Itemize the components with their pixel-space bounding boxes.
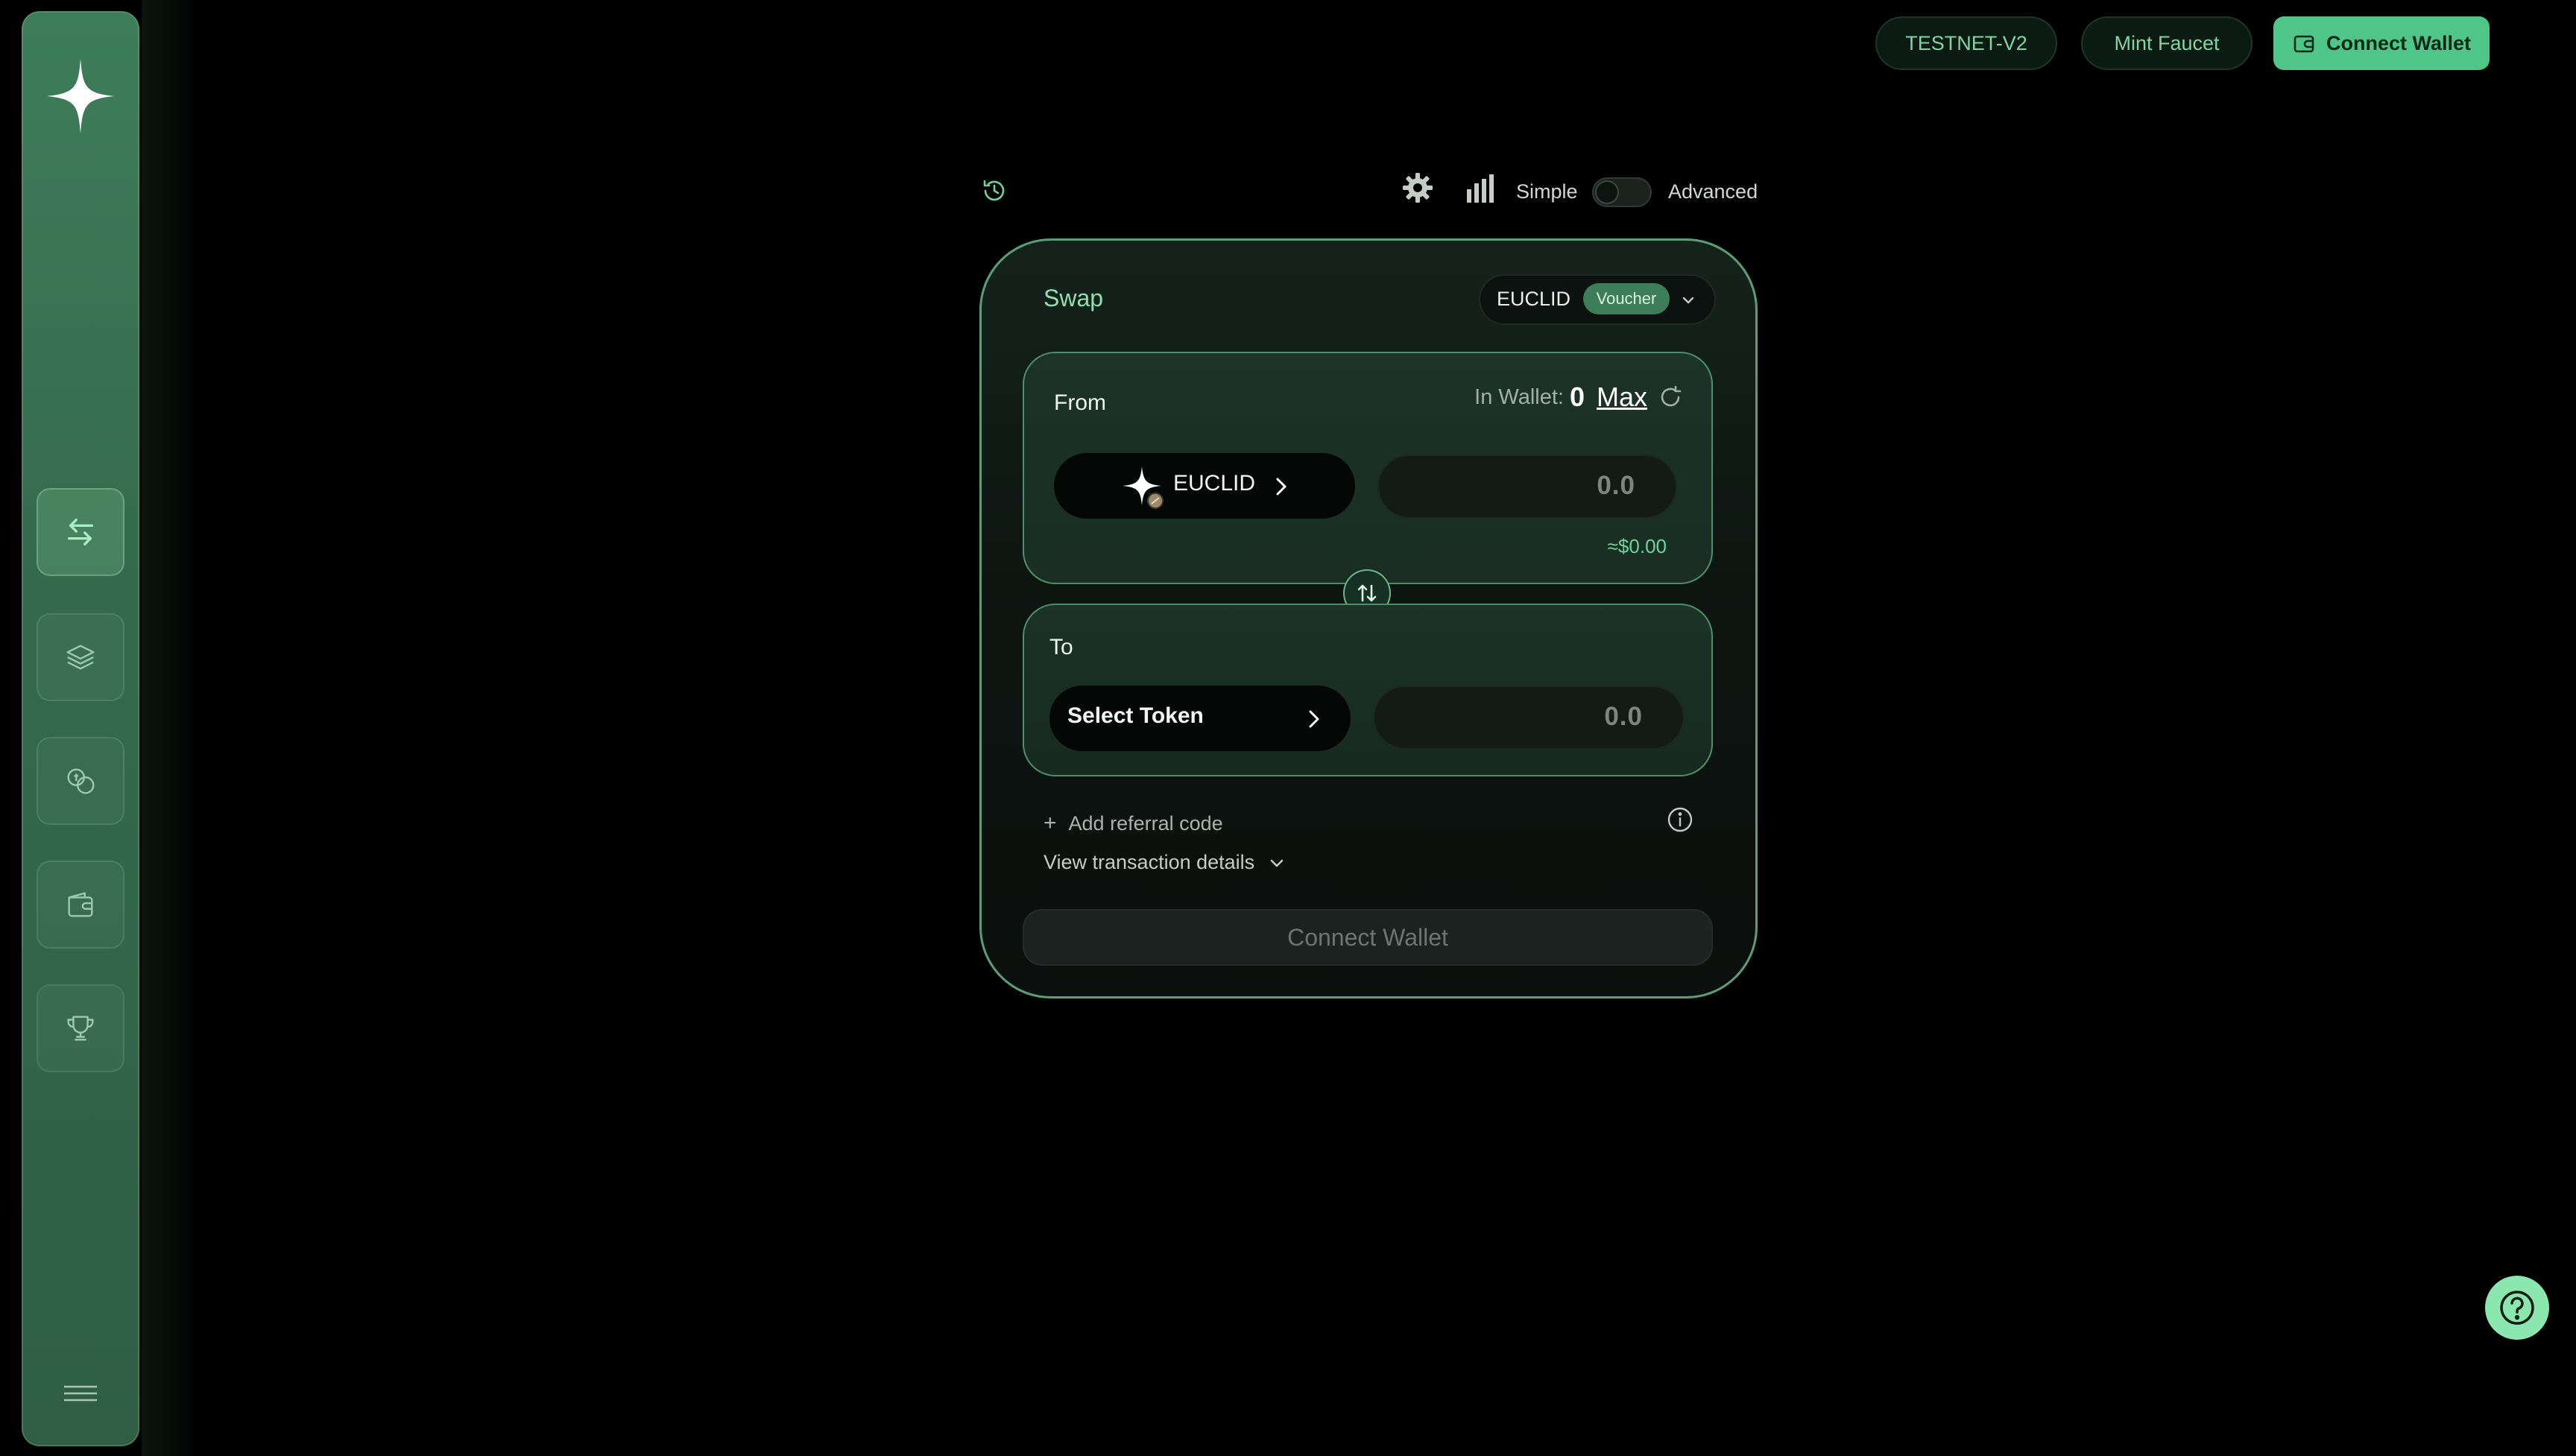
mint-faucet-button[interactable]: Mint Faucet — [2081, 16, 2253, 70]
select-token-label: Select Token — [1067, 703, 1204, 728]
mode-advanced-label: Advanced — [1668, 180, 1758, 203]
question-circle-icon — [2500, 1291, 2534, 1325]
plus-icon: + — [1044, 811, 1057, 835]
from-usd-value: ≈$0.00 — [1607, 535, 1667, 557]
refresh-icon[interactable] — [1658, 384, 1683, 410]
coins-icon — [67, 768, 95, 794]
to-token-selector[interactable]: Select Token — [1049, 686, 1351, 751]
swap-arrows-icon — [67, 519, 94, 545]
network-button[interactable]: TESTNET-V2 — [1875, 16, 2057, 70]
to-panel: To Select Token 0.0 — [1023, 604, 1713, 776]
layers-icon — [66, 645, 95, 670]
network-label: TESTNET-V2 — [1905, 31, 2027, 54]
trophy-icon — [67, 1016, 94, 1041]
chain-selector[interactable]: EUCLID Voucher — [1479, 274, 1716, 325]
chart-bars-icon[interactable] — [1465, 173, 1497, 203]
euclid-logo-icon[interactable] — [47, 59, 114, 133]
swap-card: Swap EUCLID Voucher From In Wallet: 0 Ma… — [979, 238, 1758, 998]
wallet-icon — [2294, 35, 2314, 53]
from-panel: From In Wallet: 0 Max EUCLID 0.0 ≈$0.00 — [1023, 352, 1713, 584]
help-button[interactable] — [2485, 1276, 2549, 1340]
to-label: To — [1049, 635, 1073, 659]
voucher-badge: Voucher — [1583, 283, 1670, 314]
from-token-name: EUCLID — [1173, 471, 1256, 496]
from-amount-placeholder: 0.0 — [1597, 471, 1635, 500]
wallet-balance: In Wallet: 0 Max — [1474, 382, 1683, 413]
swap-vertical-icon — [1357, 584, 1377, 602]
in-wallet-value: 0 — [1569, 382, 1585, 412]
from-token-selector[interactable]: EUCLID — [1054, 453, 1355, 519]
nav-earn[interactable] — [37, 737, 124, 825]
connect-wallet-top-button[interactable]: Connect Wallet — [2273, 16, 2490, 70]
nav-leaderboard[interactable] — [37, 984, 124, 1072]
chevron-down-icon — [1270, 859, 1284, 867]
in-wallet-label: In Wallet: — [1474, 384, 1564, 409]
connect-wallet-label: Connect Wallet — [1287, 923, 1448, 951]
to-amount-placeholder: 0.0 — [1604, 702, 1643, 731]
from-amount-input[interactable]: 0.0 — [1377, 455, 1677, 519]
nav-swap[interactable] — [37, 488, 124, 576]
mode-toggle-knob — [1597, 182, 1617, 203]
referral-label: Add referral code — [1068, 811, 1223, 835]
to-amount-input[interactable]: 0.0 — [1373, 686, 1685, 750]
nav-pools[interactable] — [37, 613, 124, 701]
history-icon[interactable] — [981, 177, 1008, 204]
wallet-icon — [68, 892, 93, 917]
sidebar — [22, 11, 139, 1446]
settings-gear-icon[interactable] — [1401, 171, 1434, 204]
mint-faucet-label: Mint Faucet — [2114, 31, 2220, 54]
swap-title: Swap — [1044, 285, 1104, 311]
max-button[interactable]: Max — [1597, 382, 1647, 413]
connect-wallet-top-label: Connect Wallet — [2326, 31, 2471, 54]
nav-portfolio[interactable] — [37, 861, 124, 949]
background-glow — [142, 0, 201, 1456]
from-label: From — [1054, 390, 1106, 415]
connect-wallet-button[interactable]: Connect Wallet — [1023, 909, 1713, 966]
mode-simple-label: Simple — [1516, 180, 1578, 203]
euclid-token-icon — [1123, 466, 1164, 509]
view-transaction-details[interactable]: View transaction details — [1044, 851, 1286, 874]
chevron-right-icon — [1276, 478, 1287, 496]
details-label: View transaction details — [1044, 851, 1255, 873]
chain-name: EUCLID — [1497, 288, 1571, 310]
menu-icon[interactable] — [63, 1382, 98, 1405]
chevron-right-icon — [1309, 710, 1319, 728]
info-icon[interactable] — [1665, 805, 1695, 835]
mode-toggle[interactable] — [1592, 177, 1652, 207]
add-referral-code[interactable]: + Add referral code — [1044, 811, 1223, 836]
chevron-down-icon — [1682, 297, 1694, 304]
